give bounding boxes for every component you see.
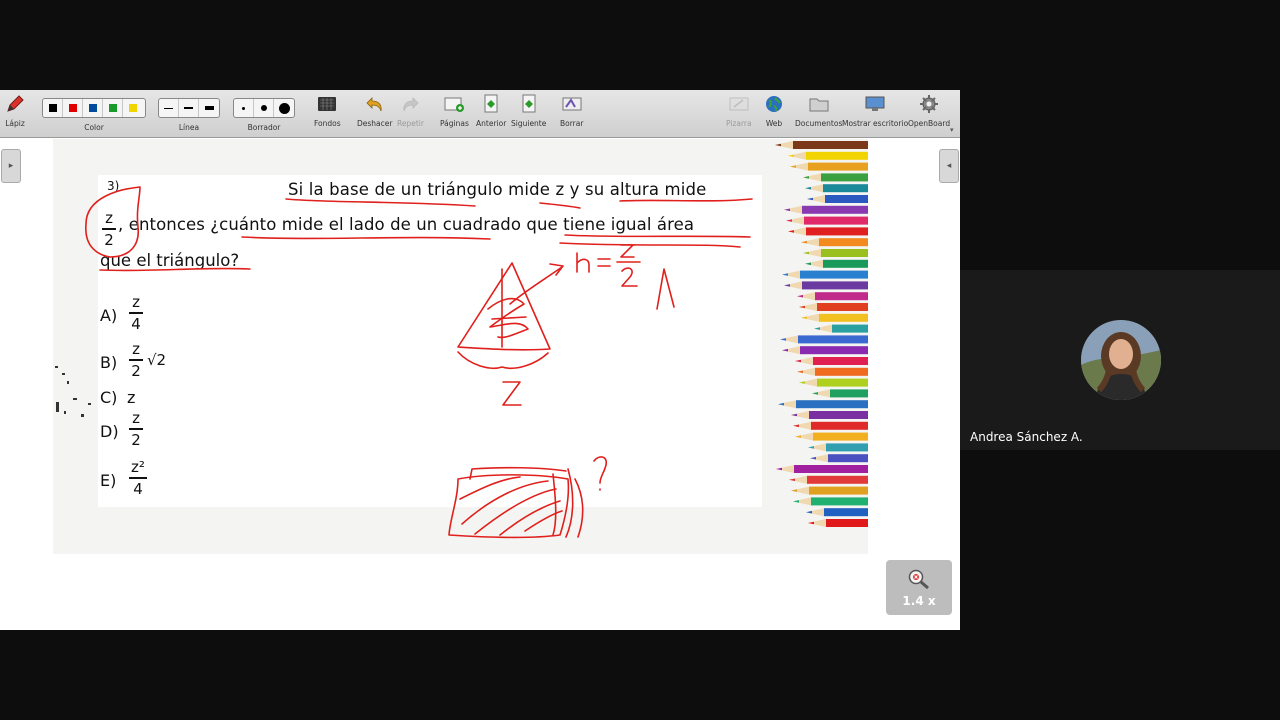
ink-square-brace [574, 478, 584, 538]
ink-triangle-hatch [487, 297, 529, 339]
line-thin[interactable] [159, 99, 179, 117]
board-button[interactable]: Pizarra [726, 93, 752, 128]
add-page-icon [443, 93, 465, 115]
line-label: Línea [178, 123, 200, 132]
clear-button[interactable]: Borrar [560, 93, 583, 128]
ink-h-two [621, 267, 638, 287]
line-medium[interactable] [179, 99, 199, 117]
eraser-small[interactable] [234, 99, 254, 117]
web-button[interactable]: Web [763, 93, 785, 128]
pen-tool[interactable]: Lápiz [4, 93, 26, 128]
participant-name: Andrea Sánchez A. [970, 430, 1083, 444]
ink-h-z [620, 244, 635, 258]
pages-label: Páginas [440, 119, 469, 128]
openboard-window: Lápiz Color Línea Borrador Fondos Deshac… [0, 90, 960, 630]
eraser-size-palette [233, 98, 295, 118]
ink-underline-mide-z [539, 202, 581, 209]
documents-button[interactable]: Documentos [795, 93, 842, 128]
color-palette [42, 98, 146, 118]
folder-icon [808, 93, 830, 115]
eraser-label: Borrador [247, 123, 281, 132]
board-canvas[interactable]: ▸ ◂ 3) Si la base de un triángulo mide z… [0, 139, 960, 630]
line-width-palette [158, 98, 220, 118]
web-label: Web [765, 119, 783, 128]
color-label: Color [84, 123, 104, 132]
chevron-down-icon[interactable]: ▾ [950, 126, 954, 134]
backgrounds-icon [316, 93, 338, 115]
eraser-medium[interactable] [254, 99, 274, 117]
documents-label: Documentos [795, 119, 843, 128]
openboard-menu-button[interactable]: OpenBoard [908, 93, 950, 128]
ink-square-hatch [459, 476, 563, 536]
zoom-level: 1.4 x [902, 593, 936, 608]
color-red[interactable] [63, 99, 83, 117]
participant-tile[interactable]: Andrea Sánchez A. [960, 270, 1280, 450]
color-yellow[interactable] [123, 99, 143, 117]
ink-circle-fraction [85, 186, 141, 258]
screen: Lápiz Color Línea Borrador Fondos Deshac… [0, 0, 1280, 720]
monitor-icon [864, 93, 886, 115]
show-desktop-button[interactable]: Mostrar escritorio [842, 93, 908, 128]
clear-label: Borrar [560, 119, 584, 128]
ink-underline-3 [99, 267, 251, 272]
undo-icon [364, 93, 386, 115]
ink-arrow-to-h [509, 263, 564, 305]
ink-underline-2c [559, 242, 741, 248]
undo-label: Deshacer [357, 119, 393, 128]
pen-label: Lápiz [5, 119, 25, 128]
color-green[interactable] [103, 99, 123, 117]
redo-label: Repetir [397, 119, 424, 128]
participant-avatar [1081, 320, 1161, 400]
ink-h-letter [576, 252, 590, 273]
desktop-label: Mostrar escritorio [842, 119, 909, 128]
ink-underline-altura [619, 198, 753, 202]
pages-button[interactable]: Páginas [440, 93, 469, 128]
ink-underline-1 [285, 198, 476, 207]
openboard-label: OpenBoard [908, 119, 951, 128]
redo-button[interactable]: Repetir [397, 93, 424, 128]
previous-label: Anterior [476, 119, 507, 128]
next-label: Siguiente [511, 119, 547, 128]
globe-icon [763, 93, 785, 115]
redo-icon [399, 93, 421, 115]
color-blue[interactable] [83, 99, 103, 117]
zoom-reset-icon [908, 569, 929, 589]
ink-base-brace [457, 351, 549, 369]
clear-icon [561, 93, 583, 115]
pen-icon [4, 93, 26, 115]
zoom-indicator[interactable]: 1.4 x [886, 560, 952, 615]
board-icon [728, 93, 750, 115]
previous-page-button[interactable]: Anterior [476, 93, 506, 128]
ink-h-equals [597, 258, 611, 267]
gear-icon [918, 93, 940, 115]
board-label: Pizarra [726, 119, 752, 128]
eraser-large[interactable] [274, 99, 294, 117]
previous-page-icon [480, 93, 502, 115]
next-page-button[interactable]: Siguiente [511, 93, 546, 128]
backgrounds-label: Fondos [314, 119, 341, 128]
ink-underline-2b [564, 234, 751, 238]
undo-button[interactable]: Deshacer [357, 93, 392, 128]
next-page-icon [518, 93, 540, 115]
ink-base-z [502, 381, 522, 406]
ink-underline-2a [241, 236, 491, 240]
line-thick[interactable] [199, 99, 219, 117]
color-black[interactable] [43, 99, 63, 117]
ink-caret [656, 268, 675, 310]
backgrounds-button[interactable]: Fondos [314, 93, 341, 128]
ink-annotations-layer [85, 186, 753, 539]
ink-question-mark [593, 456, 608, 491]
main-toolbar: Lápiz Color Línea Borrador Fondos Deshac… [0, 90, 960, 138]
